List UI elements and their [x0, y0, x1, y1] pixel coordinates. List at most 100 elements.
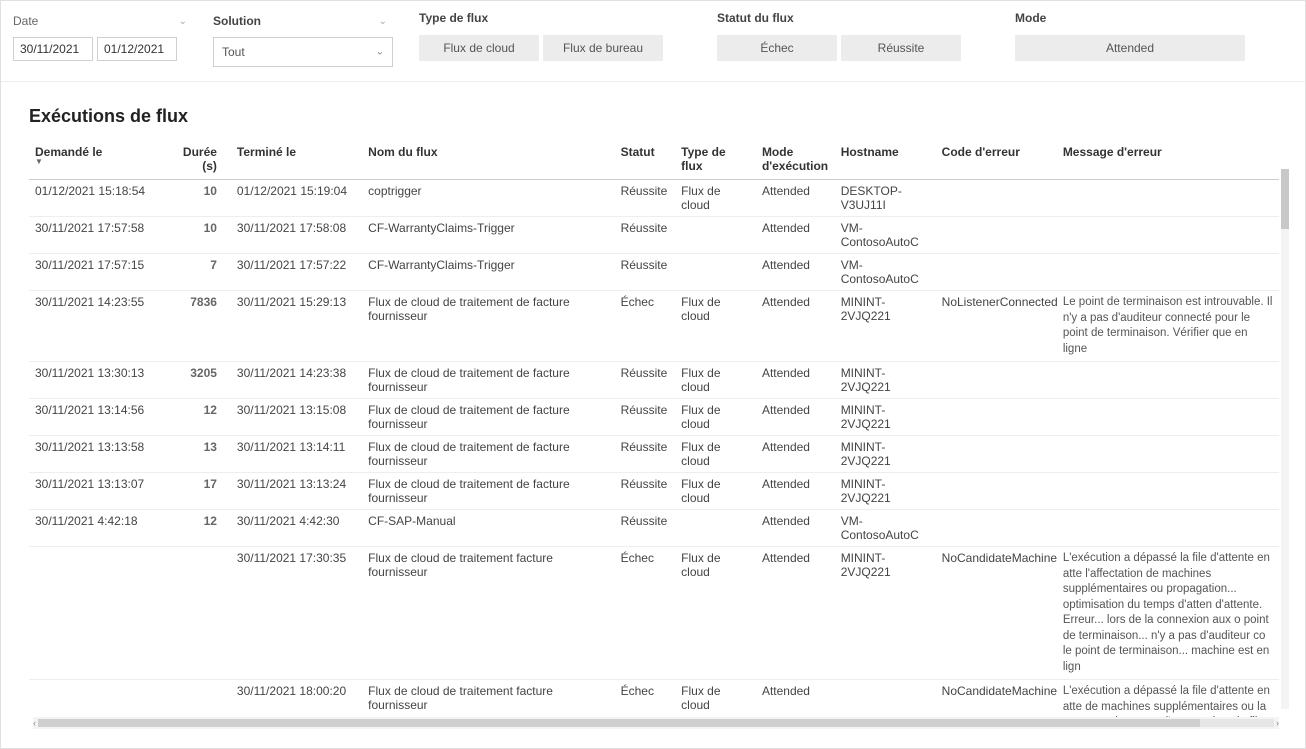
horizontal-scrollbar[interactable]: ‹ › — [33, 717, 1279, 729]
col-host[interactable]: Hostname — [835, 139, 936, 180]
date-from-input[interactable] — [13, 37, 93, 61]
flowtype-desktop-button[interactable]: Flux de bureau — [543, 35, 663, 61]
cell-code — [936, 180, 1057, 217]
cell-msg — [1057, 399, 1279, 436]
cell-host: VM-ContosoAutoC — [835, 217, 936, 254]
cell-mode: Attended — [756, 180, 835, 217]
solution-select[interactable]: Tout ⌄ — [213, 37, 393, 67]
cell-code — [936, 217, 1057, 254]
table-row[interactable]: 30/11/2021 4:42:181230/11/2021 4:42:30CF… — [29, 510, 1279, 547]
filter-solution-label: Solution — [213, 14, 261, 28]
cell-duree: 10 — [160, 180, 231, 217]
cell-termine: 30/11/2021 13:14:11 — [231, 436, 362, 473]
cell-demande: 30/11/2021 13:14:56 — [29, 399, 160, 436]
cell-nom: Flux de cloud de traitement de facture f… — [362, 291, 614, 362]
content-area: Exécutions de flux Demandé le▼ Durée (s)… — [1, 82, 1305, 742]
cell-msg: L'exécution a dépassé la file d'attente … — [1057, 547, 1279, 680]
scroll-right-icon[interactable]: › — [1276, 718, 1279, 728]
filter-date: Date ⌄ — [13, 11, 193, 61]
cell-nom: Flux de cloud de traitement de facture f… — [362, 399, 614, 436]
table-row[interactable]: 30/11/2021 13:13:071730/11/2021 13:13:24… — [29, 473, 1279, 510]
col-msg[interactable]: Message d'erreur — [1057, 139, 1279, 180]
cell-termine: 30/11/2021 13:15:08 — [231, 399, 362, 436]
table-row[interactable]: 30/11/2021 13:14:561230/11/2021 13:15:08… — [29, 399, 1279, 436]
cell-termine: 30/11/2021 17:58:08 — [231, 217, 362, 254]
cell-host: MININT-2VJQ221 — [835, 362, 936, 399]
cell-mode: Attended — [756, 217, 835, 254]
filter-mode-label: Mode — [1015, 11, 1245, 25]
cell-mode: Attended — [756, 399, 835, 436]
cell-nom: CF-WarrantyClaims-Trigger — [362, 254, 614, 291]
cell-type: Flux de cloud — [675, 180, 756, 217]
table-row[interactable]: 30/11/2021 14:23:55783630/11/2021 15:29:… — [29, 291, 1279, 362]
cell-nom: Flux de cloud de traitement de facture f… — [362, 362, 614, 399]
vertical-scrollbar-thumb[interactable] — [1281, 169, 1289, 229]
table-row[interactable]: 30/11/2021 13:30:13320530/11/2021 14:23:… — [29, 362, 1279, 399]
mode-attended-button[interactable]: Attended — [1015, 35, 1245, 61]
cell-demande: 30/11/2021 13:13:07 — [29, 473, 160, 510]
cell-mode: Attended — [756, 436, 835, 473]
col-nom[interactable]: Nom du flux — [362, 139, 614, 180]
cell-type — [675, 510, 756, 547]
cell-mode: Attended — [756, 510, 835, 547]
chevron-down-icon[interactable]: ⌄ — [379, 16, 393, 27]
cell-nom: Flux de cloud de traitement facture four… — [362, 547, 614, 680]
cell-mode: Attended — [756, 254, 835, 291]
col-code[interactable]: Code d'erreur — [936, 139, 1057, 180]
filter-solution: Solution ⌄ Tout ⌄ — [213, 11, 393, 67]
cell-nom: CF-WarrantyClaims-Trigger — [362, 217, 614, 254]
cell-nom: CF-SAP-Manual — [362, 510, 614, 547]
cell-mode: Attended — [756, 362, 835, 399]
cell-statut: Échec — [615, 547, 676, 680]
cell-termine: 30/11/2021 17:30:35 — [231, 547, 362, 680]
cell-demande: 30/11/2021 13:30:13 — [29, 362, 160, 399]
status-fail-button[interactable]: Échec — [717, 35, 837, 61]
table-row[interactable]: 01/12/2021 15:18:541001/12/2021 15:19:04… — [29, 180, 1279, 217]
horizontal-scrollbar-track[interactable] — [38, 719, 1274, 727]
cell-demande: 30/11/2021 17:57:15 — [29, 254, 160, 291]
table-row[interactable]: 30/11/2021 17:57:581030/11/2021 17:58:08… — [29, 217, 1279, 254]
chevron-down-icon[interactable]: ⌄ — [179, 16, 193, 27]
table-row[interactable]: 30/11/2021 17:30:35Flux de cloud de trai… — [29, 547, 1279, 680]
cell-mode: Attended — [756, 291, 835, 362]
status-success-button[interactable]: Réussite — [841, 35, 961, 61]
cell-type: Flux de cloud — [675, 436, 756, 473]
col-duree[interactable]: Durée (s) — [160, 139, 231, 180]
col-demande[interactable]: Demandé le▼ — [29, 139, 160, 180]
cell-host: DESKTOP-V3UJ11I — [835, 180, 936, 217]
col-mode[interactable]: Mode d'exécution — [756, 139, 835, 180]
cell-type — [675, 254, 756, 291]
cell-demande: 30/11/2021 13:13:58 — [29, 436, 160, 473]
col-termine[interactable]: Terminé le — [231, 139, 362, 180]
table-row[interactable]: 30/11/2021 13:13:581330/11/2021 13:14:11… — [29, 436, 1279, 473]
chevron-down-icon: ⌄ — [376, 47, 384, 58]
table-row[interactable]: 30/11/2021 17:57:15730/11/2021 17:57:22C… — [29, 254, 1279, 291]
cell-statut: Réussite — [615, 217, 676, 254]
cell-host: MININT-2VJQ221 — [835, 547, 936, 680]
cell-msg — [1057, 436, 1279, 473]
date-to-input[interactable] — [97, 37, 177, 61]
col-statut[interactable]: Statut — [615, 139, 676, 180]
cell-nom: Flux de cloud de traitement de facture f… — [362, 436, 614, 473]
cell-statut: Réussite — [615, 399, 676, 436]
cell-demande — [29, 547, 160, 680]
table-container: Demandé le▼ Durée (s) Terminé le Nom du … — [29, 139, 1289, 729]
cell-termine: 30/11/2021 15:29:13 — [231, 291, 362, 362]
cell-msg: Le point de terminaison est introuvable.… — [1057, 291, 1279, 362]
cell-type: Flux de cloud — [675, 399, 756, 436]
scroll-left-icon[interactable]: ‹ — [33, 718, 36, 728]
horizontal-scrollbar-thumb[interactable] — [38, 719, 1200, 727]
filter-flowstatus: Statut du flux Échec Réussite — [717, 11, 961, 61]
cell-msg — [1057, 254, 1279, 291]
cell-demande: 30/11/2021 17:57:58 — [29, 217, 160, 254]
vertical-scrollbar[interactable] — [1281, 169, 1289, 709]
cell-host: VM-ContosoAutoC — [835, 254, 936, 291]
cell-code — [936, 436, 1057, 473]
cell-statut: Réussite — [615, 436, 676, 473]
cell-nom: coptrigger — [362, 180, 614, 217]
solution-select-value: Tout — [222, 45, 245, 59]
cell-code: NoCandidateMachine — [936, 547, 1057, 680]
cell-termine: 30/11/2021 13:13:24 — [231, 473, 362, 510]
col-type[interactable]: Type de flux — [675, 139, 756, 180]
flowtype-cloud-button[interactable]: Flux de cloud — [419, 35, 539, 61]
